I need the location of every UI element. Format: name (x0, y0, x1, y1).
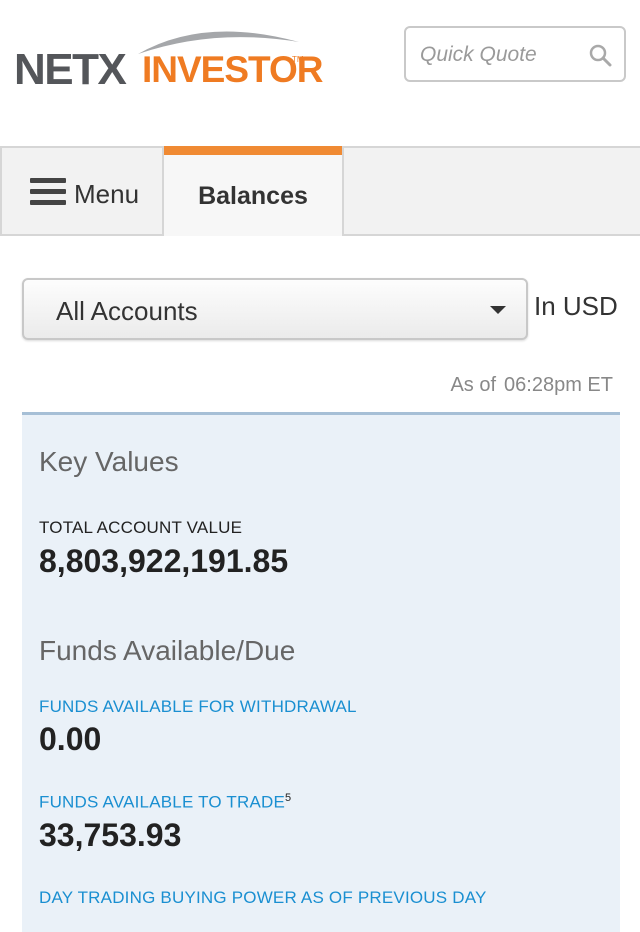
tab-menu-label: Menu (74, 179, 140, 209)
day-trading-buying-power-link[interactable]: DAY TRADING BUYING POWER AS OF PREVIOUS … (39, 888, 487, 908)
as-of-label: As of (450, 374, 497, 396)
tab-balances-label: Balances (198, 182, 308, 210)
balances-panel: Key Values TOTAL ACCOUNT VALUE 8,803,922… (22, 412, 620, 932)
tab-balances[interactable]: Balances (162, 146, 344, 238)
tab-menu[interactable]: Menu (0, 148, 162, 236)
app-header: NETX INVESTOR TM (0, 0, 640, 146)
funds-trade-link[interactable]: FUNDS AVAILABLE TO TRADE5 (39, 792, 291, 813)
chevron-down-icon (490, 306, 506, 314)
account-selector[interactable]: All Accounts (22, 278, 528, 340)
funds-withdrawal-value: 0.00 (39, 721, 102, 757)
search-icon[interactable] (588, 43, 612, 67)
logo-netx-text: NETX (14, 45, 127, 94)
total-account-value: 8,803,922,191.85 (39, 543, 289, 579)
key-values-heading: Key Values (39, 446, 179, 477)
total-account-value-label: TOTAL ACCOUNT VALUE (39, 518, 243, 537)
funds-trade-value: 33,753.93 (39, 817, 182, 853)
netx-investor-logo[interactable]: NETX INVESTOR TM (14, 22, 323, 94)
as-of-timestamp: As of 06:28pm ET (450, 374, 613, 397)
as-of-time: 06:28pm ET (504, 374, 613, 396)
active-tab-indicator (164, 146, 342, 155)
quick-quote-box[interactable] (404, 26, 626, 82)
funds-trade-label: FUNDS AVAILABLE TO TRADE (39, 792, 286, 812)
logo-trademark: TM (292, 55, 304, 64)
funds-heading: Funds Available/Due (39, 635, 296, 666)
currency-label: In USD (534, 291, 618, 321)
funds-withdrawal-link[interactable]: FUNDS AVAILABLE FOR WITHDRAWAL (39, 697, 357, 717)
quick-quote-input[interactable] (418, 40, 582, 70)
tab-bar: Menu Balances (0, 146, 640, 238)
footnote-marker: 5 (285, 792, 292, 804)
hamburger-menu-icon (30, 178, 66, 205)
account-selector-value: All Accounts (56, 296, 198, 326)
balances-content: All Accounts In USD As of 06:28pm ET Key … (0, 236, 640, 932)
